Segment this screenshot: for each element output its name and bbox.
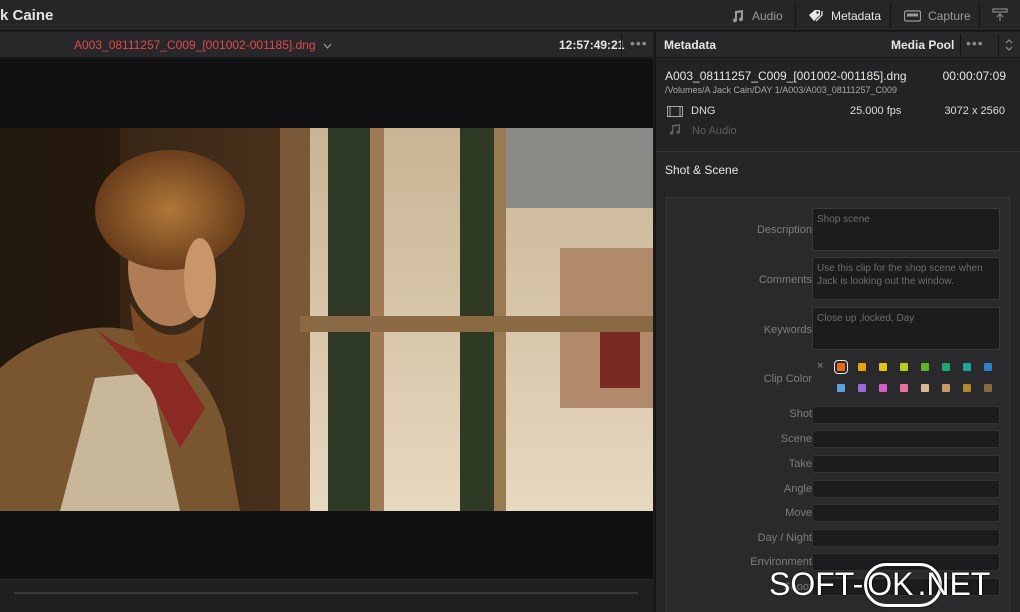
panel-title: Metadata: [664, 38, 717, 52]
angle-label: Angle: [783, 483, 812, 495]
description-input[interactable]: Shop scene: [812, 208, 1000, 251]
keywords-input[interactable]: Close up ,locked, Day: [812, 307, 1000, 350]
music-note-icon: [733, 9, 744, 22]
audio-note-icon: [669, 124, 681, 135]
tab-capture[interactable]: Capture: [904, 0, 971, 31]
clip-color-swatch[interactable]: [879, 384, 887, 392]
comments-label: Comments: [758, 274, 812, 286]
move-label: Move: [785, 507, 812, 519]
collapse-panel-icon[interactable]: [992, 8, 1008, 22]
clip-audio: No Audio: [692, 125, 737, 137]
viewer-transport: [0, 579, 653, 612]
viewer-timecode: 12:57:49:21: [559, 38, 625, 52]
tab-divider: [979, 3, 980, 28]
media-pool-button[interactable]: Media Pool: [891, 38, 954, 52]
take-label: Take: [788, 458, 812, 470]
clip-info: A003_08111257_C009_[001002-001185].dng 0…: [656, 59, 1020, 152]
clip-color-swatch[interactable]: [942, 384, 950, 392]
panel-header: Metadata Media Pool •••: [656, 32, 1020, 58]
clip-color-swatch[interactable]: [963, 363, 971, 371]
watermark-left: SOFT-: [769, 566, 864, 602]
clip-file-name: A003_08111257_C009_[001002-001185].dng: [665, 69, 907, 83]
frame-image: [0, 128, 653, 511]
viewer-clip-name[interactable]: A003_08111257_C009_[001002-001185].dng: [74, 38, 332, 52]
clip-color-swatch[interactable]: [963, 384, 971, 392]
angle-input[interactable]: [812, 480, 1000, 498]
viewer-header: A003_08111257_C009_[001002-001185].dng 1…: [0, 32, 653, 58]
clip-color-swatch[interactable]: [984, 363, 992, 371]
clip-color-swatch[interactable]: [921, 363, 929, 371]
resolve-window: k Caine Audio Metadata Capture A003_0811…: [0, 0, 1020, 612]
section-title: Shot & Scene: [665, 163, 739, 177]
clip-color-swatch[interactable]: [900, 384, 908, 392]
clip-color-swatch[interactable]: [921, 384, 929, 392]
clip-color-swatch[interactable]: [942, 363, 950, 371]
clip-viewer[interactable]: [0, 59, 653, 579]
shot-input[interactable]: [812, 406, 1000, 424]
clip-name-text: A003_08111257_C009_[001002-001185].dng: [74, 38, 316, 52]
tab-metadata[interactable]: Metadata: [808, 0, 881, 31]
scene-label: Scene: [780, 433, 812, 445]
clip-color-swatch[interactable]: [834, 360, 848, 374]
clip-color-label: Clip Color: [763, 373, 812, 385]
move-input[interactable]: [812, 504, 1000, 522]
tab-audio[interactable]: Audio: [731, 0, 783, 31]
scene-input[interactable]: [812, 430, 1000, 448]
chevron-down-icon: [323, 43, 332, 49]
watermark: SOFT- OK .NET: [769, 566, 990, 603]
top-bar: k Caine Audio Metadata Capture: [0, 0, 1020, 31]
clip-color-swatch[interactable]: [984, 384, 992, 392]
film-frame-icon: [667, 106, 683, 117]
metadata-tags-icon: [809, 9, 823, 21]
take-input[interactable]: [812, 455, 1000, 473]
sort-arrows-icon[interactable]: [1004, 38, 1014, 52]
clip-duration: 00:00:07:09: [942, 69, 1006, 83]
tape-icon: [904, 9, 921, 22]
clear-color-button[interactable]: ×: [817, 360, 823, 372]
tab-metadata-label: Metadata: [831, 8, 882, 23]
scrubber-track[interactable]: [14, 592, 638, 594]
tab-divider: [890, 3, 891, 28]
description-label: Description: [756, 224, 812, 236]
shot-label: Shot: [789, 408, 812, 420]
header-divider: [960, 34, 961, 56]
header-divider: [998, 34, 999, 56]
clip-format: DNG: [691, 105, 716, 117]
clip-fps: 25.000 fps: [850, 105, 902, 117]
clip-resolution: 3072 x 2560: [944, 105, 1005, 117]
tab-capture-label: Capture: [928, 8, 971, 23]
comments-input[interactable]: Use this clip for the shop scene when Ja…: [812, 257, 1000, 300]
clip-color-swatch[interactable]: [858, 384, 866, 392]
day-night-input[interactable]: [812, 529, 1000, 547]
tab-divider: [795, 3, 796, 28]
video-frame: [0, 128, 653, 511]
clip-color-swatch[interactable]: [837, 384, 845, 392]
clip-color-swatch[interactable]: [879, 363, 887, 371]
watermark-mid: OK: [867, 566, 914, 602]
clip-color-swatch[interactable]: [900, 363, 908, 371]
metadata-form: Description Shop scene Comments Use this…: [666, 197, 1010, 612]
watermark-right: .NET: [917, 566, 991, 602]
tab-audio-label: Audio: [752, 8, 783, 23]
viewer-options-button[interactable]: •••: [630, 35, 648, 51]
clip-color-swatch[interactable]: [858, 363, 866, 371]
day-night-label: Day / Night: [757, 532, 812, 544]
clip-path: /Volumes/A Jack Cain/DAY 1/A003/A003_081…: [665, 85, 897, 95]
project-title: k Caine: [0, 7, 54, 24]
metadata-panel: Metadata Media Pool ••• A003_08111257_C0…: [655, 32, 1020, 612]
keywords-label: Keywords: [763, 324, 812, 336]
header-divider: [621, 34, 622, 56]
panel-options-button[interactable]: •••: [966, 35, 984, 51]
